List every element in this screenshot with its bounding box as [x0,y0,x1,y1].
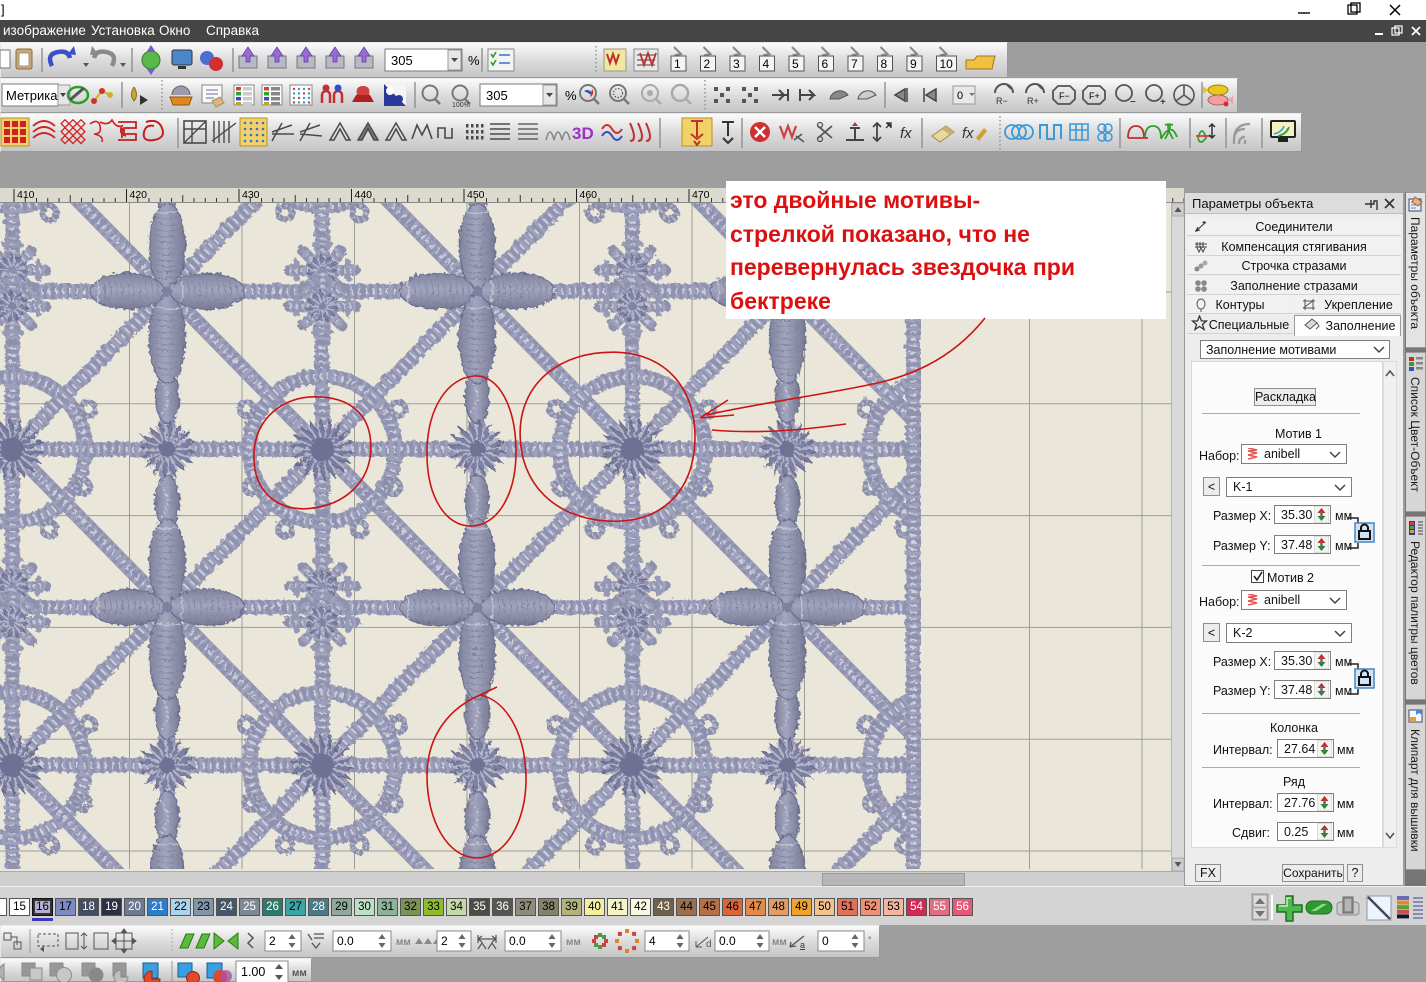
svg-text:4: 4 [763,57,770,71]
svg-text:2: 2 [441,934,448,948]
svg-text:R+: R+ [1027,96,1039,106]
svg-text:0: 0 [957,90,963,102]
svg-text:1.00: 1.00 [241,965,265,979]
svg-text:F−: F− [1059,91,1070,101]
svg-text:2: 2 [704,57,711,71]
svg-text:d: d [706,939,712,950]
svg-text:a: a [800,940,805,950]
svg-text:мм: мм [566,937,581,948]
svg-text:0.0: 0.0 [509,934,526,948]
svg-text:−: − [1130,97,1136,108]
svg-text:мм: мм [772,937,787,948]
svg-text:%: % [565,88,577,103]
svg-text:+: + [1160,97,1166,108]
svg-text:2: 2 [269,934,276,948]
svg-text:430: 430 [242,189,260,201]
svg-text:6: 6 [822,57,829,71]
svg-text:0: 0 [822,934,829,948]
svg-text:F+: F+ [1089,91,1100,101]
svg-text:305: 305 [391,53,413,68]
svg-text:470: 470 [692,189,710,201]
svg-text:%: % [468,53,480,68]
svg-text:fx: fx [962,125,974,142]
svg-text:R−: R− [996,96,1008,106]
svg-text:8: 8 [881,57,888,71]
svg-text:420: 420 [130,189,148,201]
svg-text:305: 305 [486,88,508,103]
svg-text:460: 460 [580,189,598,201]
svg-text:3D: 3D [572,124,594,143]
svg-text:450: 450 [467,189,485,201]
svg-text:°: ° [868,935,872,945]
svg-text:9: 9 [910,57,917,71]
svg-text:мм: мм [396,937,411,948]
svg-text:7: 7 [851,57,858,71]
svg-text:0.0: 0.0 [337,934,354,948]
svg-text:1: 1 [674,57,681,71]
svg-text:440: 440 [355,189,373,201]
svg-text:5: 5 [792,57,799,71]
svg-text:3: 3 [733,57,740,71]
svg-text:мм: мм [292,968,307,979]
svg-text:4: 4 [649,934,656,948]
svg-text:100%: 100% [452,102,470,109]
svg-text:10: 10 [940,57,954,71]
svg-text:fx: fx [900,125,912,142]
svg-text:0.0: 0.0 [719,934,736,948]
svg-text:Метрика: Метрика [6,88,58,103]
svg-text:410: 410 [17,189,35,201]
